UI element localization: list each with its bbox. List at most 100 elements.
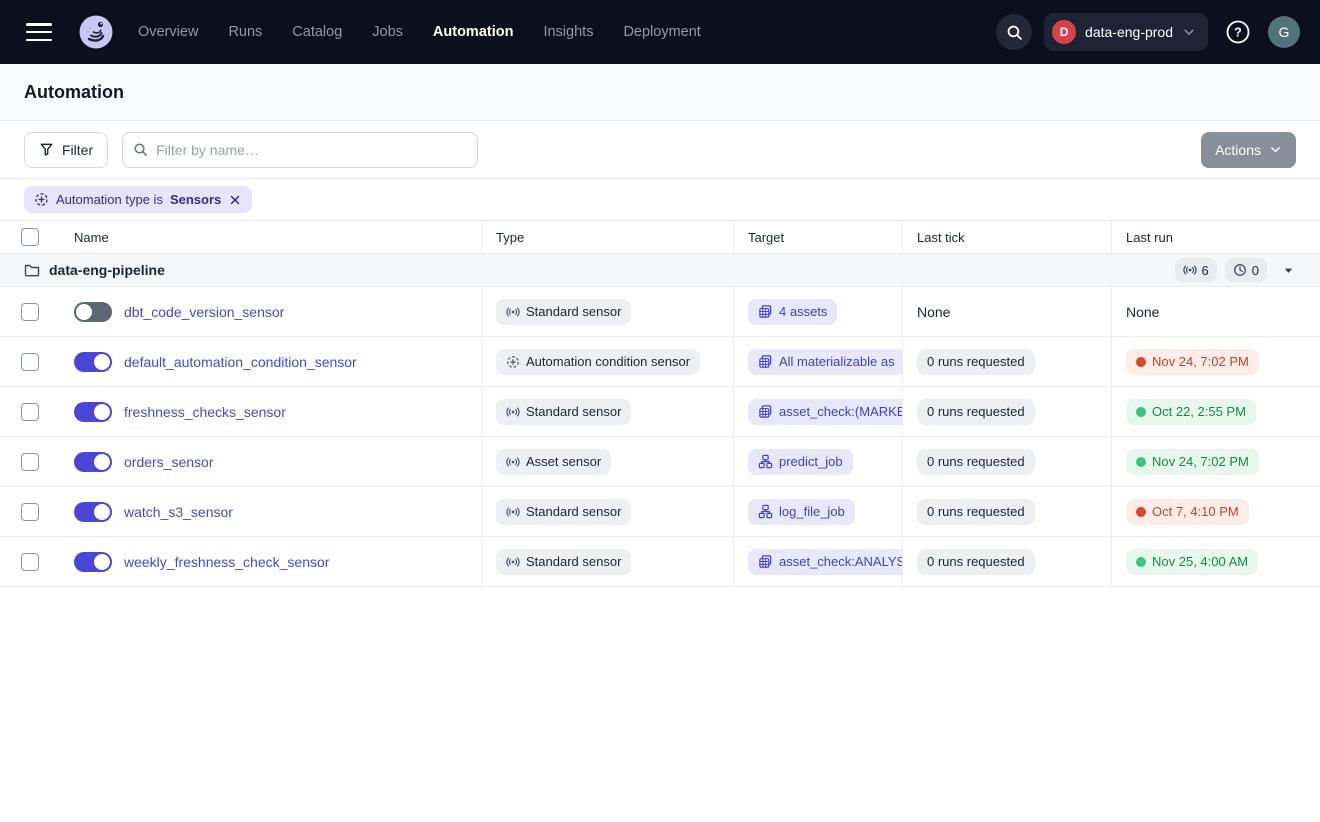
table-row: orders_sensor Asset sensor predict_job 0… bbox=[0, 437, 1320, 487]
row-checkbox[interactable] bbox=[21, 553, 39, 571]
table-row: freshness_checks_sensor Standard sensor … bbox=[0, 387, 1320, 437]
group-counts: 6 0 bbox=[1175, 258, 1296, 282]
page-header: Automation bbox=[0, 64, 1320, 121]
help-button[interactable]: ? bbox=[1220, 14, 1256, 50]
sensor-icon bbox=[506, 305, 520, 319]
dagster-logo-icon[interactable] bbox=[76, 12, 116, 52]
target-badge[interactable]: log_file_job bbox=[748, 499, 855, 525]
sensor-name-link[interactable]: watch_s3_sensor bbox=[124, 504, 233, 520]
sensor-toggle[interactable] bbox=[74, 302, 112, 322]
last-run-badge[interactable]: Oct 22, 2:55 PM bbox=[1126, 399, 1256, 425]
sensor-name-link[interactable]: dbt_code_version_sensor bbox=[124, 304, 284, 320]
last-run-badge[interactable]: Nov 24, 7:02 PM bbox=[1126, 449, 1259, 475]
last-run-badge[interactable]: Nov 24, 7:02 PM bbox=[1126, 349, 1259, 375]
asset-icon bbox=[758, 554, 773, 569]
sensor-name-link[interactable]: orders_sensor bbox=[124, 454, 214, 470]
search-button[interactable] bbox=[996, 14, 1032, 50]
run-status-dot bbox=[1136, 357, 1146, 367]
column-header-name: Name bbox=[60, 221, 481, 253]
target-badge[interactable]: asset_check:(MARKE bbox=[748, 399, 902, 425]
target-badge[interactable]: predict_job bbox=[748, 449, 853, 475]
row-checkbox[interactable] bbox=[21, 503, 39, 521]
clock-icon bbox=[1233, 263, 1247, 277]
sensor-count-badge: 6 bbox=[1175, 258, 1217, 282]
funnel-icon bbox=[39, 142, 54, 157]
deployment-name: data-eng-prod bbox=[1085, 24, 1173, 40]
sensor-toggle[interactable] bbox=[74, 452, 112, 472]
deployment-switcher[interactable]: D data-eng-prod bbox=[1044, 13, 1208, 51]
code-location-group-row[interactable]: data-eng-pipeline 6 0 bbox=[0, 254, 1320, 287]
target-badge[interactable]: 4 assets bbox=[748, 299, 837, 325]
filter-chip-value: Sensors bbox=[170, 192, 221, 207]
table-row: weekly_freshness_check_sensor Standard s… bbox=[0, 537, 1320, 587]
asset-icon bbox=[758, 354, 773, 369]
search-icon bbox=[1006, 24, 1023, 41]
last-run-value: None bbox=[1126, 304, 1159, 320]
sensor-toggle[interactable] bbox=[74, 352, 112, 372]
row-checkbox[interactable] bbox=[21, 303, 39, 321]
nav-item-automation[interactable]: Automation bbox=[433, 24, 514, 40]
filter-button-label: Filter bbox=[62, 142, 93, 158]
sensor-name-link[interactable]: default_automation_condition_sensor bbox=[124, 354, 357, 370]
sensor-name-link[interactable]: weekly_freshness_check_sensor bbox=[124, 554, 329, 570]
target-badge[interactable]: All materializable as bbox=[748, 349, 902, 375]
sensor-toggle[interactable] bbox=[74, 502, 112, 522]
nav-item-jobs[interactable]: Jobs bbox=[372, 24, 403, 40]
row-checkbox[interactable] bbox=[21, 353, 39, 371]
remove-filter-icon[interactable] bbox=[228, 193, 242, 207]
last-run-badge[interactable]: Nov 25, 4:00 AM bbox=[1126, 549, 1258, 575]
target-badge[interactable]: asset_check:ANALYS bbox=[748, 549, 902, 575]
sensor-icon bbox=[506, 505, 520, 519]
run-status-dot bbox=[1136, 407, 1146, 417]
sensor-icon bbox=[506, 555, 520, 569]
actions-button[interactable]: Actions bbox=[1201, 132, 1296, 168]
sensor-toggle[interactable] bbox=[74, 402, 112, 422]
sensor-type-badge: Standard sensor bbox=[496, 549, 631, 575]
column-header-target: Target bbox=[733, 221, 902, 253]
last-run-badge[interactable]: Oct 7, 4:10 PM bbox=[1126, 499, 1249, 525]
last-tick-badge: 0 runs requested bbox=[917, 349, 1035, 375]
column-header-last-tick: Last tick bbox=[902, 221, 1111, 253]
toolbar: Filter Actions bbox=[0, 121, 1320, 178]
actions-button-label: Actions bbox=[1215, 142, 1261, 158]
job-icon bbox=[758, 454, 773, 469]
last-tick-value: None bbox=[917, 304, 950, 320]
table-row: dbt_code_version_sensor Standard sensor … bbox=[0, 287, 1320, 337]
sensor-name-link[interactable]: freshness_checks_sensor bbox=[124, 404, 286, 420]
user-avatar[interactable]: G bbox=[1268, 16, 1300, 48]
code-location-name: data-eng-pipeline bbox=[49, 262, 165, 278]
sensor-toggle[interactable] bbox=[74, 552, 112, 572]
nav-item-deployment[interactable]: Deployment bbox=[623, 24, 700, 40]
hamburger-menu-icon[interactable] bbox=[26, 23, 52, 41]
sensor-icon bbox=[506, 405, 520, 419]
sensor-type-badge: Standard sensor bbox=[496, 499, 631, 525]
help-icon: ? bbox=[1225, 19, 1251, 45]
row-checkbox[interactable] bbox=[21, 453, 39, 471]
sensor-type-badge: Asset sensor bbox=[496, 449, 611, 475]
select-all-checkbox[interactable] bbox=[21, 228, 39, 246]
filter-chip-automation-type[interactable]: Automation type is Sensors bbox=[24, 186, 252, 213]
sensors-table: Name Type Target Last tick Last run data… bbox=[0, 221, 1320, 587]
automation-condition-icon bbox=[506, 355, 520, 369]
name-filter-input[interactable] bbox=[156, 142, 467, 158]
sensor-icon bbox=[1183, 263, 1197, 277]
filter-chip-prefix: Automation type is bbox=[56, 192, 163, 207]
nav-item-insights[interactable]: Insights bbox=[543, 24, 593, 40]
run-status-dot bbox=[1136, 557, 1146, 567]
nav-item-overview[interactable]: Overview bbox=[138, 24, 198, 40]
deployment-avatar: D bbox=[1052, 20, 1076, 44]
last-tick-badge: 0 runs requested bbox=[917, 499, 1035, 525]
run-status-dot bbox=[1136, 457, 1146, 467]
nav-item-catalog[interactable]: Catalog bbox=[292, 24, 342, 40]
last-tick-badge: 0 runs requested bbox=[917, 449, 1035, 475]
automation-condition-icon bbox=[34, 192, 49, 207]
table-row: watch_s3_sensor Standard sensor log_file… bbox=[0, 487, 1320, 537]
chevron-down-icon bbox=[1182, 25, 1196, 39]
collapse-group-button[interactable] bbox=[1281, 263, 1296, 278]
nav-item-runs[interactable]: Runs bbox=[228, 24, 262, 40]
sensor-type-badge: Standard sensor bbox=[496, 399, 631, 425]
row-checkbox[interactable] bbox=[21, 403, 39, 421]
nav-right-controls: D data-eng-prod ? G bbox=[996, 13, 1300, 51]
filter-button[interactable]: Filter bbox=[24, 132, 108, 168]
table-row: default_automation_condition_sensor Auto… bbox=[0, 337, 1320, 387]
